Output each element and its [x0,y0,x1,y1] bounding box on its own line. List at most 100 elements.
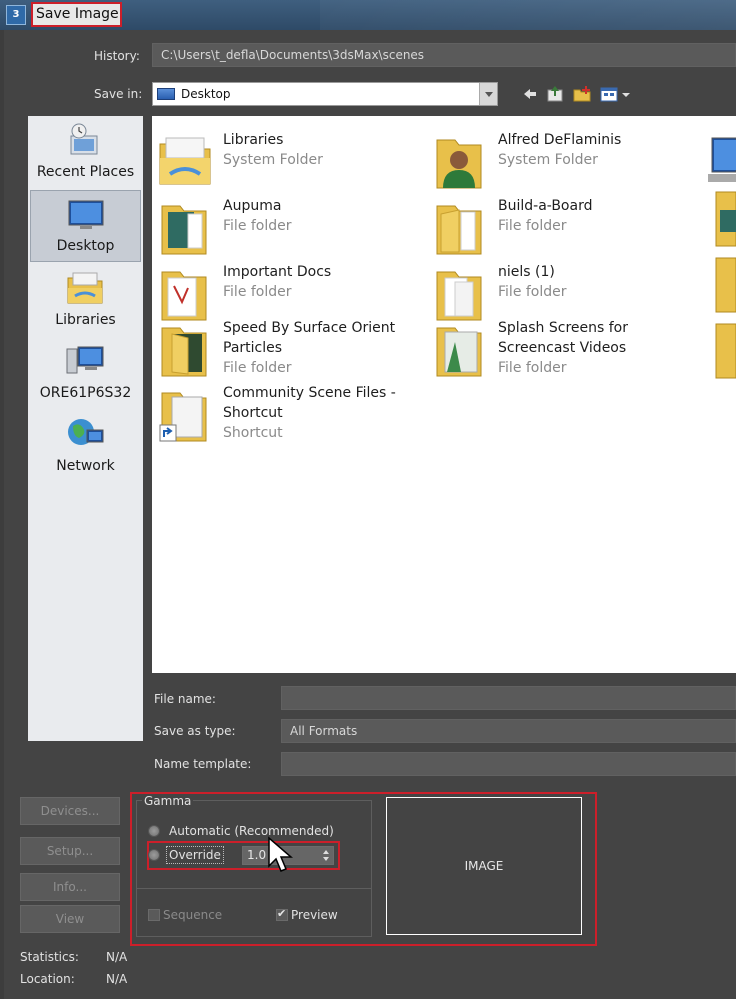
image-preview: IMAGE [386,797,582,935]
file-name: Community Scene Files - Shortcut [223,385,396,421]
file-type: File folder [498,284,567,300]
file-type: System Folder [498,152,598,168]
automatic-radio[interactable] [148,825,160,837]
savein-dropdown[interactable]: Desktop [152,82,498,106]
file-item[interactable]: Community Scene Files - Shortcut Shortcu… [152,383,422,467]
network-icon [68,419,104,445]
file-name: Splash Screens for Screencast Videos [498,320,628,356]
setup-button[interactable]: Setup... [20,837,120,865]
template-input[interactable] [281,752,736,776]
window-title: Save Image [31,2,122,27]
file-name: niels (1) [498,264,555,280]
statistics-label: Statistics: [20,950,79,964]
new-folder-icon[interactable] [572,84,592,104]
place-desktop[interactable]: Desktop [30,190,141,262]
desktop-small-icon [157,88,175,100]
file-list: Libraries System Folder Alfred DeFlamini… [152,116,736,673]
file-name: Libraries [223,132,284,148]
view-menu-icon[interactable] [600,84,632,104]
divider [136,888,372,889]
history-label: History: [94,49,140,63]
sequence-label: Sequence [163,908,223,922]
preview-checkbox[interactable] [276,907,288,921]
place-libraries[interactable]: Libraries [28,264,143,336]
folder-icon [161,327,207,377]
file-item[interactable]: Splash Screens for Screencast Videos Fil… [427,318,697,402]
location-value: N/A [106,972,128,986]
file-name: Build-a-Board [498,198,593,214]
file-item[interactable]: niels (1) File folder [427,262,697,326]
place-label: Desktop [56,238,115,254]
background-window-strip [320,0,736,30]
user-folder-icon [436,139,482,189]
file-type: File folder [223,284,292,300]
3dsmax-app-icon: 3 [6,5,26,25]
filename-label: File name: [154,692,216,706]
statistics-value: N/A [106,950,128,964]
file-item[interactable]: Important Docs File folder [152,262,422,326]
file-type: File folder [498,360,567,376]
file-item[interactable]: Libraries System Folder [152,130,422,194]
libraries-folder-icon [159,137,211,185]
file-type: File folder [223,218,292,234]
folder-icon [436,205,482,255]
chevron-down-icon[interactable] [479,83,497,105]
file-item[interactable]: Alfred DeFlaminis System Folder [427,130,697,194]
folder-icon [715,191,736,247]
gamma-group-label: Gamma [142,794,194,808]
view-button[interactable]: View [20,905,120,933]
sequence-checkbox[interactable] [148,909,160,921]
folder-icon [436,327,482,377]
file-name: Important Docs [223,264,332,280]
file-item[interactable]: Build-a-Board File folder [427,196,697,260]
file-name: Aupuma [223,198,282,214]
spinner-down-icon[interactable] [323,857,329,861]
savetype-dropdown[interactable]: All Formats [281,719,736,743]
file-name: Alfred DeFlaminis [498,132,622,148]
devices-button[interactable]: Devices... [20,797,120,825]
savein-value: Desktop [181,87,231,101]
spinner-up-icon[interactable] [323,850,329,854]
template-label: Name template: [154,757,252,771]
recent-places-icon [70,123,98,155]
filename-input[interactable] [281,686,736,710]
override-radio[interactable] [148,849,160,861]
file-type: File folder [223,360,292,376]
location-label: Location: [20,972,75,986]
file-type: File folder [498,218,567,234]
history-dropdown[interactable]: C:\Users\t_defla\Documents\3dsMax\scenes [152,43,736,67]
place-network[interactable]: Network [28,410,143,482]
gamma-value: 1.0 [247,848,267,862]
libraries-icon [67,272,103,304]
folder-icon [715,323,736,379]
automatic-label: Automatic (Recommended) [169,824,334,838]
shortcut-folder-icon [159,392,207,442]
place-recent-places[interactable]: Recent Places [28,116,143,188]
title-bar: 3 Save Image [0,0,736,30]
computer-icon [66,346,104,374]
folder-icon [715,257,736,313]
file-item[interactable]: Aupuma File folder [152,196,422,260]
savetype-label: Save as type: [154,724,236,738]
mouse-cursor-icon [268,836,293,872]
preview-label: Preview [291,908,338,922]
info-button[interactable]: Info... [20,873,120,901]
place-label: ORE61P6S32 [39,385,132,401]
computer-icon [708,137,736,182]
savein-label: Save in: [94,87,143,101]
up-one-level-icon[interactable] [545,84,565,104]
place-label: Libraries [55,312,116,328]
places-bar: Recent Places Desktop Libraries ORE61P6S… [28,116,143,741]
place-label: Network [56,458,115,474]
folder-icon [161,205,207,255]
override-label: Override [166,846,224,864]
desktop-icon [68,200,104,229]
back-arrow-icon[interactable] [520,84,540,104]
file-type: Shortcut [223,425,283,441]
place-computer[interactable]: ORE61P6S32 [28,337,143,409]
folder-icon [436,271,482,321]
file-name: Speed By Surface Orient Particles [223,320,396,356]
file-type: System Folder [223,152,323,168]
place-label: Recent Places [36,164,135,180]
folder-icon [161,271,207,321]
